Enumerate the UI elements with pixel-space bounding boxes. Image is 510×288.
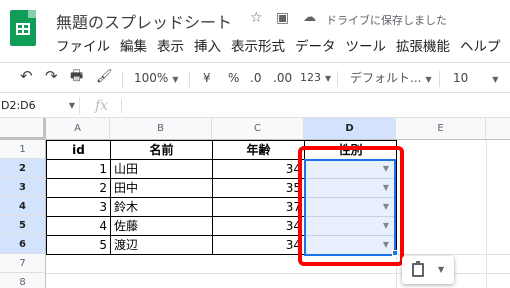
cell-a1[interactable]: id <box>47 141 110 160</box>
zoom-select[interactable]: 100% ▼ <box>134 70 178 88</box>
menu-extensions[interactable]: 拡張機能 <box>396 37 450 57</box>
menu-bar: ファイル 編集 表示 挿入 表示形式 データ ツール 拡張機能 ヘルプ <box>56 37 510 57</box>
cell-b6[interactable]: 渡辺 <box>111 236 212 255</box>
chevron-down-icon: ▼ <box>68 101 75 110</box>
undo-icon[interactable]: ↶ <box>20 68 33 84</box>
cell-c2[interactable]: 34 <box>213 160 304 179</box>
menu-help[interactable]: ヘルプ <box>460 37 501 57</box>
formula-bar: D2:D6 ▼ fx <box>0 92 510 118</box>
cell-a3[interactable]: 2 <box>47 179 110 198</box>
currency-format-button[interactable]: ¥ <box>203 70 211 86</box>
dropdown-cell-d4[interactable]: ▼ <box>305 198 395 217</box>
toolbar: ↶ ↷ 🖶 🖌 100% ▼ ¥ % .0 .00 123 ▼ デフォルト... ▼ … <box>0 62 510 92</box>
cell-a4[interactable]: 3 <box>47 198 110 217</box>
dropdown-arrow-icon[interactable]: ▼ <box>383 239 389 251</box>
toolbar-divider <box>439 71 440 87</box>
column-header-b[interactable]: B <box>110 118 212 140</box>
cell-c5[interactable]: 34 <box>213 217 304 236</box>
dropdown-arrow-icon[interactable]: ▼ <box>383 220 389 232</box>
row-header-1[interactable]: 1 <box>0 140 46 159</box>
fx-icon: fx <box>95 98 109 114</box>
cloud-saved-icon[interactable]: ☁ <box>303 10 316 26</box>
document-title[interactable]: 無題のスプレッドシート <box>56 9 232 33</box>
cell-b5[interactable]: 佐藤 <box>111 217 212 236</box>
menu-file[interactable]: ファイル <box>56 37 110 57</box>
dropdown-cell-d3[interactable]: ▼ <box>305 179 395 198</box>
toolbar-divider <box>122 71 123 87</box>
dropdown-arrow-icon[interactable]: ▼ <box>383 163 389 175</box>
menu-view[interactable]: 表示 <box>157 37 184 57</box>
dropdown-cell-d6[interactable]: ▼ <box>305 236 395 255</box>
menu-insert[interactable]: 挿入 <box>194 37 221 57</box>
dropdown-arrow-icon[interactable]: ▼ <box>383 201 389 213</box>
column-header-c[interactable]: C <box>212 118 304 140</box>
toolbar-divider <box>337 71 338 87</box>
column-header-f[interactable] <box>486 118 510 140</box>
chevron-down-icon: ▼ <box>172 75 179 84</box>
percent-format-button[interactable]: % <box>228 70 239 86</box>
cell-d1[interactable]: 性別 <box>305 141 396 160</box>
print-icon[interactable]: 🖶 <box>70 68 83 84</box>
font-value: デフォルト... <box>350 71 422 85</box>
zoom-value: 100% <box>134 71 169 85</box>
sheets-logo-icon[interactable] <box>10 10 36 46</box>
font-size-value: 10 <box>453 71 469 85</box>
more-formats-select[interactable]: 123 ▼ <box>300 70 331 87</box>
dropdown-arrow-icon[interactable]: ▼ <box>383 182 389 194</box>
fill-handle[interactable] <box>392 250 398 256</box>
gridline <box>486 140 487 288</box>
menu-edit[interactable]: 編集 <box>120 37 147 57</box>
row-header-3[interactable]: 3 <box>0 178 46 197</box>
move-to-folder-icon[interactable]: ▣ <box>276 10 289 26</box>
select-all-corner[interactable] <box>0 118 46 140</box>
menu-format[interactable]: 表示形式 <box>231 37 285 57</box>
more-formats-label: 123 <box>300 71 321 84</box>
spreadsheet-app: 無題のスプレッドシート ☆ ▣ ☁ ドライブに保存しました ファイル 編集 表示… <box>0 0 510 288</box>
cell-c6[interactable]: 34 <box>213 236 304 255</box>
cell-b4[interactable]: 鈴木 <box>111 198 212 217</box>
dropdown-cell-d2[interactable]: ▼ <box>305 160 395 179</box>
row-header-7[interactable]: 7 <box>0 254 46 273</box>
cell-c1[interactable]: 年齢 <box>213 141 304 160</box>
decrease-decimal-button[interactable]: .0 <box>250 70 261 86</box>
row-header-6[interactable]: 6 <box>0 235 46 254</box>
chevron-down-icon: ▼ <box>325 74 332 83</box>
row-header-2[interactable]: 2 <box>0 159 46 178</box>
row-header-8[interactable]: 8 <box>0 273 46 288</box>
paste-options-button[interactable]: ▼ <box>402 256 454 284</box>
name-box-value: D2:D6 <box>1 99 36 112</box>
chevron-down-icon: ▼ <box>438 265 445 274</box>
cell-c4[interactable]: 37 <box>213 198 304 217</box>
row-header-5[interactable]: 5 <box>0 216 46 235</box>
row-header-4[interactable]: 4 <box>0 197 46 216</box>
formula-divider <box>121 99 122 113</box>
cell-b3[interactable]: 田中 <box>111 179 212 198</box>
clipboard-icon <box>412 261 424 277</box>
column-header-e[interactable]: E <box>396 118 486 140</box>
font-select[interactable]: デフォルト... ▼ <box>350 70 432 88</box>
name-box[interactable]: D2:D6 ▼ <box>0 97 80 115</box>
menu-tools[interactable]: ツール <box>346 37 387 57</box>
cell-a6[interactable]: 5 <box>47 236 110 255</box>
chevron-down-icon: ▼ <box>492 75 499 84</box>
cell-a2[interactable]: 1 <box>47 160 110 179</box>
formula-input[interactable] <box>128 97 498 115</box>
font-size-select[interactable]: 10 ▼ <box>453 70 498 88</box>
cell-c3[interactable]: 35 <box>213 179 304 198</box>
dropdown-cell-d5[interactable]: ▼ <box>305 217 395 236</box>
star-icon[interactable]: ☆ <box>250 10 263 26</box>
menu-data[interactable]: データ <box>295 37 336 57</box>
column-header-a[interactable]: A <box>46 118 110 140</box>
paint-format-icon[interactable]: 🖌 <box>96 69 113 85</box>
chevron-down-icon: ▼ <box>425 75 432 84</box>
column-header-d[interactable]: D <box>304 118 396 140</box>
cell-b2[interactable]: 山田 <box>111 160 212 179</box>
toolbar-divider <box>189 71 190 87</box>
cell-b1[interactable]: 名前 <box>111 141 212 160</box>
increase-decimal-button[interactable]: .00 <box>273 70 292 86</box>
save-status[interactable]: ドライブに保存しました <box>326 12 447 28</box>
cell-a5[interactable]: 4 <box>47 217 110 236</box>
redo-icon[interactable]: ↷ <box>45 68 58 84</box>
